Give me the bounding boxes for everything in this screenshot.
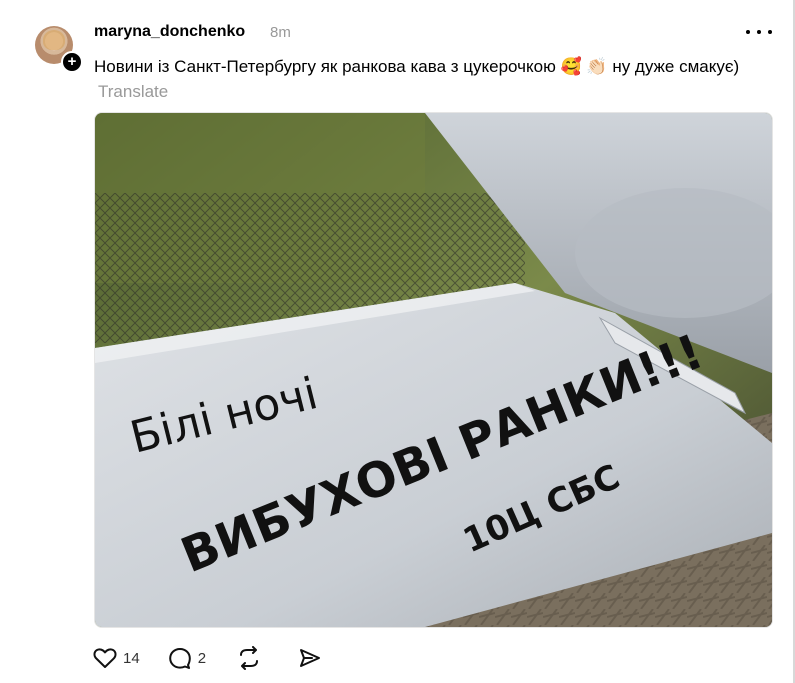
post-text-content: Новини із Санкт-Петербургу як ранкова ка… <box>94 57 740 76</box>
more-icon[interactable] <box>746 22 772 42</box>
reply-count: 2 <box>197 649 207 667</box>
post-image[interactable]: Білі ночі ВИБУХОВІ РАНКИ!!! 10Ц СБС <box>94 112 773 628</box>
heart-icon <box>93 648 117 668</box>
share-button[interactable] <box>298 647 322 669</box>
like-button[interactable]: 14 <box>93 647 140 669</box>
follow-button[interactable]: + <box>61 51 83 73</box>
post-username[interactable]: maryna_donchenko <box>94 23 245 41</box>
share-icon <box>300 649 321 667</box>
repost-icon <box>240 646 259 670</box>
translate-link[interactable]: Translate <box>98 82 168 101</box>
like-count: 14 <box>123 649 140 667</box>
reply-icon <box>168 648 191 669</box>
post-timestamp[interactable]: 8m <box>270 24 291 41</box>
post-text: Новини із Санкт-Петербургу як ранкова ка… <box>94 54 754 104</box>
repost-button[interactable] <box>236 646 262 670</box>
reply-button[interactable]: 2 <box>168 647 206 669</box>
avatar-group[interactable]: + <box>35 26 83 73</box>
post-actions: 14 2 <box>93 645 336 671</box>
thread-post: + maryna_donchenko 8m Новини із Санкт-Пе… <box>0 0 793 683</box>
